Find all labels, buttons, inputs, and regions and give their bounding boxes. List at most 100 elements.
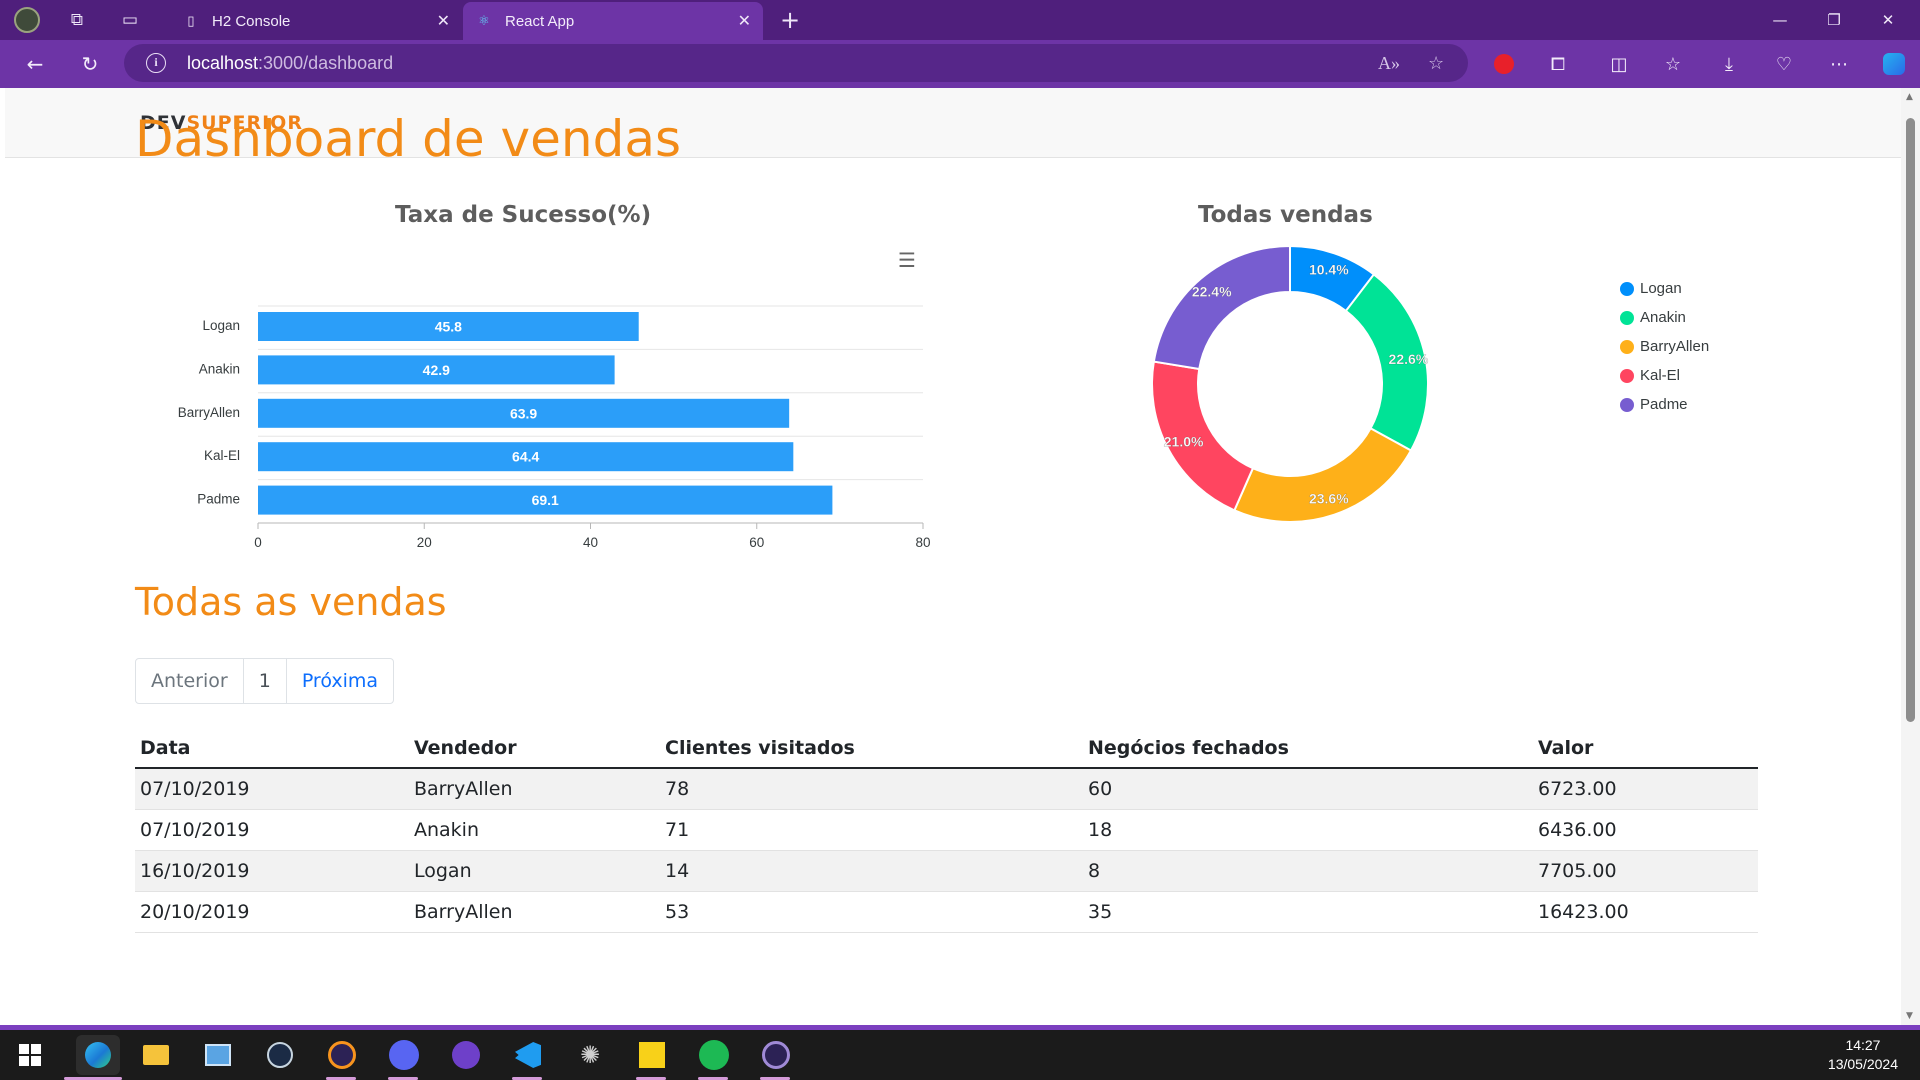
page-scrollbar[interactable]: ▲ ▼: [1901, 88, 1920, 1025]
legend-item[interactable]: Padme: [1620, 390, 1709, 419]
table-cell: 07/10/2019: [135, 768, 409, 810]
column-header: Clientes visitados: [660, 728, 1083, 769]
steam-icon[interactable]: [264, 1039, 296, 1071]
column-header: Negócios fechados: [1083, 728, 1533, 769]
tab-react-app[interactable]: ⚛ React App ✕: [463, 2, 763, 40]
legend-item[interactable]: Logan: [1620, 274, 1709, 303]
table-cell: 6436.00: [1533, 809, 1758, 851]
github-icon[interactable]: [450, 1039, 482, 1071]
eclipse-icon[interactable]: [326, 1039, 358, 1071]
url-path: :3000/dashboard: [258, 53, 394, 73]
table-cell: 20/10/2019: [135, 891, 409, 933]
page-number-button[interactable]: 1: [244, 659, 287, 703]
bar-value-label: 63.9: [510, 405, 537, 421]
slice-value-label: 21.0%: [1164, 434, 1204, 450]
url-host: localhost: [187, 53, 259, 73]
category-label: Padme: [197, 492, 240, 507]
close-tab-icon[interactable]: ✕: [738, 11, 751, 31]
table-cell: 14: [660, 850, 1083, 892]
legend-item[interactable]: BarryAllen: [1620, 332, 1709, 361]
table-cell: 60: [1083, 768, 1533, 810]
eclipse-2-icon[interactable]: [760, 1039, 792, 1071]
x-tick-label: 20: [417, 535, 432, 550]
x-tick-label: 80: [915, 535, 930, 550]
windows-start-icon[interactable]: [14, 1039, 46, 1071]
donut-chart-title: Todas vendas: [1198, 202, 1373, 228]
scroll-up-arrow-icon[interactable]: ▲: [1906, 92, 1913, 102]
bar-chart-title: Taxa de Sucesso(%): [395, 202, 652, 228]
table-cell: BarryAllen: [409, 891, 660, 933]
refresh-icon[interactable]: ↻: [75, 50, 105, 78]
slice-value-label: 23.6%: [1309, 491, 1349, 507]
close-tab-icon[interactable]: ✕: [437, 11, 450, 31]
table-cell: 7705.00: [1533, 850, 1758, 892]
legend-label: BarryAllen: [1640, 338, 1710, 355]
favorite-star-icon[interactable]: ☆: [1428, 53, 1444, 74]
discord-icon[interactable]: [388, 1039, 420, 1071]
sales-table: Data Vendedor Clientes visitados Negócio…: [135, 728, 1758, 933]
success-rate-bar-chart: 45.8 Logan 42.9 Anakin 63.9 BarryAllen 64.4 Kal…: [178, 305, 931, 550]
table-cell: Anakin: [409, 809, 660, 851]
extensions-icon[interactable]: ⧠: [1544, 50, 1572, 78]
table-cell: BarryAllen: [409, 768, 660, 810]
adblock-icon[interactable]: [1490, 50, 1518, 78]
vscode-icon[interactable]: [512, 1039, 544, 1071]
workspaces-icon[interactable]: ⧉: [63, 6, 91, 34]
sticky-notes-icon[interactable]: [636, 1039, 668, 1071]
copilot-icon[interactable]: [1880, 50, 1908, 78]
restore-button[interactable]: ❐: [1806, 0, 1862, 40]
control-panel-icon[interactable]: [202, 1039, 234, 1071]
address-bar[interactable]: i localhost:3000/dashboard A» ☆: [124, 44, 1468, 82]
tab-title: H2 Console: [212, 12, 291, 30]
table-cell: 16/10/2019: [135, 850, 409, 892]
slice-value-label: 22.6%: [1389, 351, 1429, 367]
slice-barryallen: [1233, 426, 1413, 523]
legend-item[interactable]: Anakin: [1620, 303, 1709, 332]
read-aloud-icon[interactable]: A»: [1378, 53, 1400, 74]
close-window-button[interactable]: ✕: [1860, 0, 1916, 40]
column-header: Valor: [1533, 728, 1758, 769]
spotify-icon[interactable]: [698, 1039, 730, 1071]
column-header: Vendedor: [409, 728, 660, 769]
table-cell: 35: [1083, 891, 1533, 933]
url-text[interactable]: localhost:3000/dashboard: [187, 53, 393, 74]
table-row: 16/10/2019 Logan 14 8 7705.00: [135, 850, 1758, 892]
clock-time: 14:27: [1845, 1037, 1881, 1053]
downloads-icon[interactable]: ⤓: [1715, 50, 1743, 78]
table-cell: 71: [660, 809, 1083, 851]
tab-actions-icon[interactable]: ▭: [116, 6, 144, 34]
file-explorer-icon[interactable]: [140, 1039, 172, 1071]
octopus-icon[interactable]: ✺: [574, 1039, 606, 1071]
system-clock[interactable]: 14:27 13/05/2024: [1828, 1036, 1898, 1074]
edge-icon[interactable]: [76, 1035, 120, 1075]
table-header-row: Data Vendedor Clientes visitados Negócio…: [135, 728, 1758, 769]
slice-value-label: 22.4%: [1192, 284, 1232, 300]
back-icon[interactable]: ←: [20, 50, 50, 78]
slice-value-label: 10.4%: [1309, 261, 1349, 277]
browser-nav-bar: ← ↻ i localhost:3000/dashboard A» ☆ ⧠ ◫ …: [0, 40, 1920, 88]
more-options-icon[interactable]: ⋯: [1825, 50, 1853, 78]
legend-item[interactable]: Kal-El: [1620, 361, 1709, 390]
table-cell: Logan: [409, 850, 660, 892]
minimize-button[interactable]: —: [1752, 0, 1808, 40]
favorites-icon[interactable]: ☆: [1659, 50, 1687, 78]
split-screen-icon[interactable]: ◫: [1605, 50, 1633, 78]
table-row: 07/10/2019 Anakin 71 18 6436.00: [135, 809, 1758, 851]
previous-page-button[interactable]: Anterior: [136, 659, 244, 703]
category-label: BarryAllen: [178, 405, 240, 420]
browser-essentials-icon[interactable]: ♡: [1770, 50, 1798, 78]
section-title: Todas as vendas: [135, 580, 447, 624]
next-page-button[interactable]: Próxima: [287, 659, 393, 703]
table-cell: 78: [660, 768, 1083, 810]
scroll-down-arrow-icon[interactable]: ▼: [1906, 1011, 1913, 1021]
tab-title: React App: [505, 12, 575, 30]
site-info-icon[interactable]: i: [146, 53, 166, 73]
profile-avatar-icon[interactable]: [13, 6, 41, 34]
tab-h2-console[interactable]: ▯ H2 Console ✕: [170, 2, 462, 40]
legend-label: Anakin: [1640, 309, 1686, 326]
bar-value-label: 42.9: [423, 362, 450, 378]
bar-value-label: 45.8: [435, 319, 462, 335]
new-tab-icon[interactable]: +: [776, 6, 804, 34]
legend-label: Padme: [1640, 396, 1688, 413]
scroll-thumb[interactable]: [1906, 118, 1915, 722]
